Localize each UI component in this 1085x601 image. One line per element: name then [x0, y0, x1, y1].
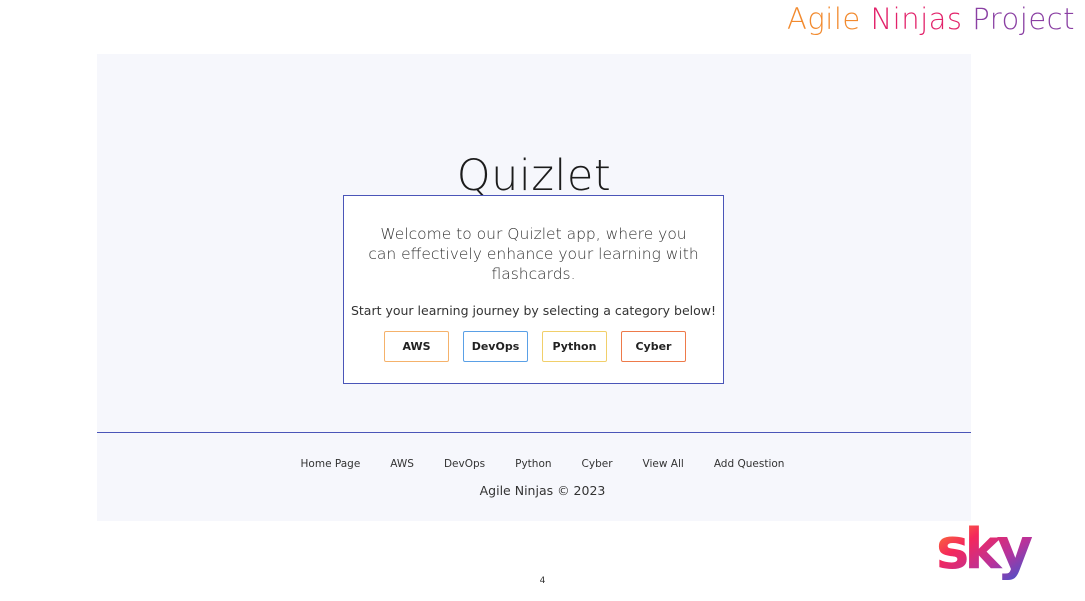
instruction-text: Start your learning journey by selecting… [350, 303, 717, 318]
slide-number: 4 [539, 576, 546, 586]
svg-text:sky: sky [936, 518, 1033, 582]
category-button-aws[interactable]: AWS [384, 331, 449, 362]
footer-link-home-page[interactable]: Home Page [301, 458, 361, 470]
footer-link-devops[interactable]: DevOps [444, 458, 485, 470]
category-button-devops[interactable]: DevOps [463, 331, 528, 362]
category-button-cyber[interactable]: Cyber [621, 331, 686, 362]
footer-link-cyber[interactable]: Cyber [582, 458, 613, 470]
category-buttons: AWS DevOps Python Cyber [384, 331, 686, 362]
category-button-python[interactable]: Python [542, 331, 607, 362]
footer-link-add-question[interactable]: Add Question [714, 458, 785, 470]
sky-logo: sky [936, 518, 1038, 582]
copyright-text: Agile Ninjas © 2023 [479, 483, 606, 498]
footer-link-view-all[interactable]: View All [643, 458, 684, 470]
footer-link-aws[interactable]: AWS [390, 458, 414, 470]
footer-divider [97, 432, 971, 433]
brand-title-part-ninjas: Ninjas [870, 2, 973, 36]
brand-title-part-agile: Agile [787, 2, 871, 36]
welcome-text: Welcome to our Quizlet app, where you ca… [368, 225, 699, 283]
brand-title-part-project: Project [972, 2, 1075, 36]
welcome-card: Welcome to our Quizlet app, where you ca… [343, 195, 724, 384]
page-title: Quizlet [456, 151, 612, 201]
footer-nav: Home Page AWS DevOps Python Cyber View A… [0, 458, 1085, 470]
footer-link-python[interactable]: Python [515, 458, 551, 470]
brand-title: Agile Ninjas Project [787, 2, 1075, 36]
